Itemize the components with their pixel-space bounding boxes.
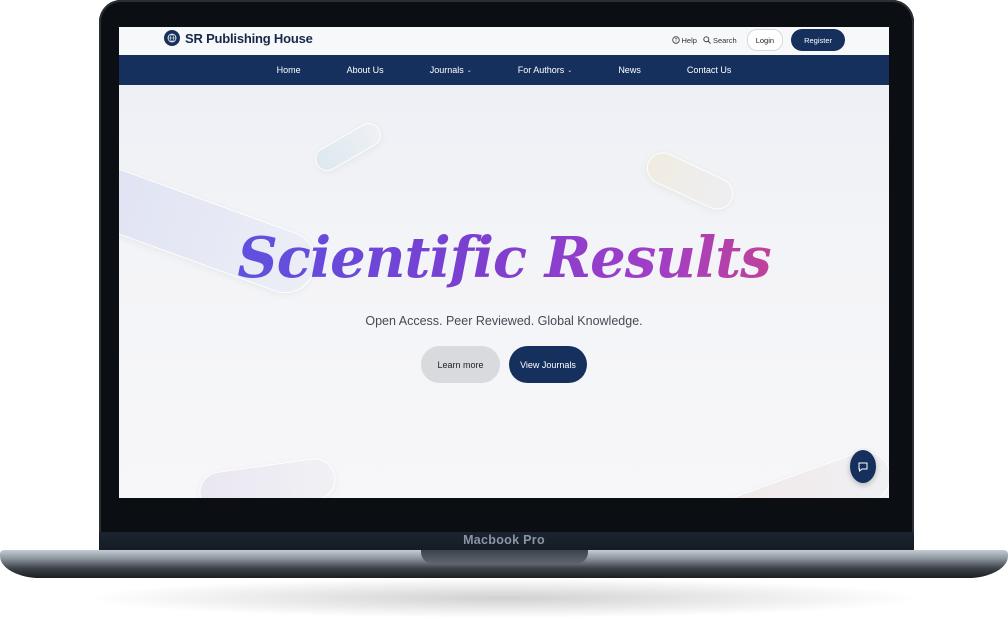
- nav-label: For Authors: [517, 65, 565, 75]
- search-icon: [703, 36, 711, 44]
- nav-label: News: [618, 65, 641, 75]
- nav-item-about-us[interactable]: About Us: [324, 65, 407, 75]
- nav-item-news[interactable]: News: [595, 65, 664, 75]
- top-bar: SR Publishing House ? Help Search Login …: [119, 27, 889, 56]
- decorative-pill: [196, 455, 339, 498]
- chat-button[interactable]: [850, 450, 876, 483]
- nav-item-journals[interactable]: Journals ⌄: [407, 65, 495, 75]
- decorative-pill: [641, 147, 739, 215]
- nav-label: About Us: [346, 65, 384, 75]
- search-link[interactable]: Search: [703, 36, 737, 45]
- login-button[interactable]: Login: [746, 29, 784, 51]
- brand-name: SR Publishing House: [185, 30, 313, 46]
- view-journals-button[interactable]: View Journals: [509, 346, 587, 383]
- hero-subtitle: Open Access. Peer Reviewed. Global Knowl…: [365, 314, 643, 328]
- chevron-down-icon: ⌄: [466, 67, 472, 74]
- main-nav: Home About Us Journals ⌄ For Authors ⌄ New…: [119, 55, 889, 85]
- hero-buttons: Learn more View Journals: [119, 346, 889, 383]
- help-icon: ?: [671, 36, 680, 44]
- nav-label: Contact Us: [686, 65, 732, 75]
- search-label: Search: [712, 35, 737, 45]
- nav-label: Home: [276, 65, 301, 75]
- chat-icon: [858, 462, 868, 472]
- hero-title: Scientific Results: [119, 225, 889, 291]
- nav-label: Journals: [429, 65, 464, 75]
- globe-icon: [164, 30, 180, 46]
- help-link[interactable]: ? Help: [671, 35, 697, 45]
- help-label: Help: [681, 35, 697, 45]
- decorative-pill: [310, 118, 386, 176]
- nav-item-contact-us[interactable]: Contact Us: [664, 65, 755, 75]
- svg-text:?: ?: [674, 38, 677, 44]
- browser-screen: SR Publishing House ? Help Search Login …: [119, 27, 889, 498]
- laptop-notch: [421, 550, 588, 564]
- utility-links: ? Help Search Login Register: [671, 29, 845, 51]
- brand[interactable]: SR Publishing House: [164, 30, 313, 46]
- hero-section: Scientific Results Open Access. Peer Rev…: [119, 85, 889, 498]
- laptop-shadow: [80, 578, 928, 618]
- register-button[interactable]: Register: [791, 29, 845, 51]
- learn-more-button[interactable]: Learn more: [421, 346, 500, 383]
- chevron-down-icon: ⌄: [567, 67, 573, 74]
- nav-item-home[interactable]: Home: [254, 65, 324, 75]
- device-label: Macbook Pro: [463, 533, 545, 547]
- nav-item-for-authors[interactable]: For Authors ⌄: [495, 65, 596, 75]
